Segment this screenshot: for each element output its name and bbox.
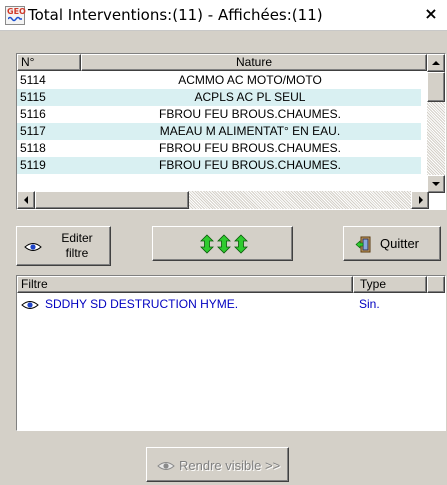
window-title: Total Interventions:(11) - Affichées:(11… — [28, 6, 323, 24]
edit-filter-label-line2: filtre — [65, 246, 89, 260]
arrow-left-icon — [24, 196, 28, 204]
vertical-scroll-thumb[interactable] — [427, 72, 445, 102]
up-down-arrows-icon — [200, 234, 248, 254]
app-logo-text: GEO — [7, 7, 26, 16]
vertical-scrollbar[interactable] — [427, 54, 445, 193]
make-visible-label: Rendre visible >> — [179, 458, 281, 473]
column-header-type[interactable]: Type — [353, 276, 427, 293]
column-header-spacer — [427, 276, 445, 293]
table-row[interactable]: 5118 FBROU FEU BROUS.CHAUMES. — [17, 140, 421, 157]
arrow-up-icon — [432, 61, 440, 65]
column-header-nature[interactable]: Nature — [81, 54, 427, 71]
scroll-up-button[interactable] — [427, 54, 445, 72]
sort-arrows-button[interactable] — [152, 226, 293, 261]
filter-type: Sin. — [359, 297, 380, 311]
column-header-number[interactable]: N° — [17, 54, 81, 71]
edit-filter-label-line1: Editer — [61, 231, 93, 245]
filters-grid[interactable]: Filtre Type SDDHY SD DESTRUCTION HYME. S… — [16, 275, 446, 431]
eye-icon — [24, 243, 42, 251]
filter-name: SDDHY SD DESTRUCTION HYME. — [45, 297, 239, 311]
horizontal-scrollbar[interactable] — [17, 191, 429, 209]
make-visible-button[interactable]: Rendre visible >> — [146, 447, 289, 482]
arrow-down-icon — [432, 182, 440, 186]
arrow-right-icon — [419, 196, 423, 204]
quit-label: Quitter — [380, 236, 420, 251]
table-row[interactable]: 5116 FBROU FEU BROUS.CHAUMES. — [17, 106, 421, 123]
quit-button[interactable]: Quitter — [343, 226, 441, 261]
title-bar[interactable]: GEO Total Interventions:(11) - Affichées… — [0, 0, 447, 31]
eye-icon — [157, 462, 175, 470]
app-logo-icon: GEO — [5, 6, 26, 25]
exit-door-icon — [355, 236, 371, 253]
edit-filter-button[interactable]: Editer filtre — [16, 226, 111, 266]
scroll-down-button[interactable] — [427, 175, 445, 193]
scroll-left-button[interactable] — [17, 191, 35, 209]
interventions-grid[interactable]: N° Nature 5114 ACMMO AC MOTO/MOTO 5115 ACP… — [16, 53, 446, 210]
horizontal-scroll-thumb[interactable] — [35, 191, 189, 209]
eye-icon — [21, 301, 39, 309]
table-row[interactable]: SDDHY SD DESTRUCTION HYME. Sin. — [17, 296, 445, 313]
column-header-filter[interactable]: Filtre — [17, 276, 353, 293]
scroll-right-button[interactable] — [411, 191, 429, 209]
close-icon[interactable]: × — [421, 4, 441, 24]
table-row[interactable]: 5115 ACPLS AC PL SEUL — [17, 89, 421, 106]
table-row[interactable]: 5119 FBROU FEU BROUS.CHAUMES. — [17, 157, 421, 174]
table-row[interactable]: 5117 MAEAU M ALIMENTAT° EN EAU. — [17, 123, 421, 140]
table-row[interactable]: 5114 ACMMO AC MOTO/MOTO — [17, 72, 421, 89]
